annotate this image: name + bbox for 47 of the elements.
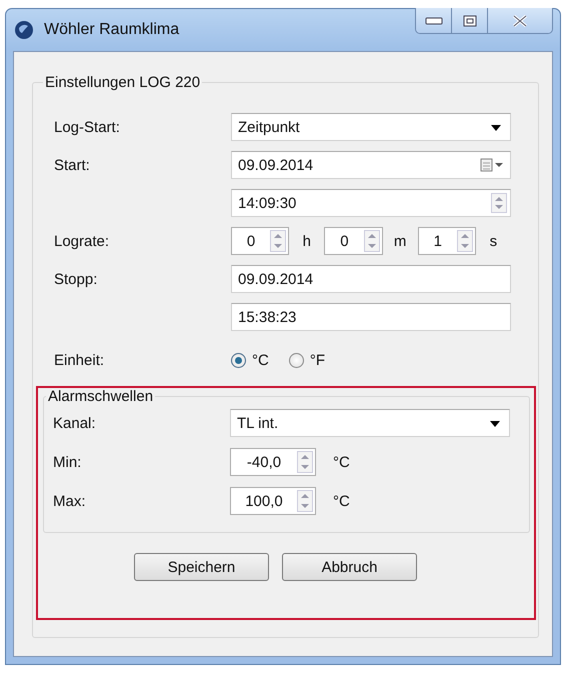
spinner-icon (297, 490, 313, 512)
field-label: Einheit: (54, 352, 106, 368)
dialog-button[interactable]: Abbruch (282, 553, 417, 581)
window-title: Wöhler Raumklima (44, 21, 180, 39)
minimize-button[interactable] (416, 8, 452, 33)
maximize-icon (462, 14, 476, 26)
number-field[interactable]: -40,0 (230, 448, 316, 476)
unit-label: °C (333, 492, 350, 510)
time-field[interactable]: 14:09:30 (231, 189, 511, 217)
close-icon (511, 14, 529, 28)
caret-icon (491, 125, 501, 131)
unit-label: m (392, 232, 408, 250)
spinner-icon (364, 230, 380, 252)
date-field[interactable]: 09.09.2014 (231, 265, 511, 293)
field-label: Min: (53, 454, 82, 470)
radio-button[interactable] (288, 352, 304, 368)
field-label: Start: (54, 156, 91, 174)
number-field[interactable]: 100,0 (230, 487, 316, 515)
field-label: Log-Start: (54, 118, 121, 136)
radio-label[interactable]: °C (252, 352, 269, 368)
field-label: Stopp: (54, 270, 98, 288)
spinner-icon (297, 451, 313, 473)
number-field[interactable]: 0 (231, 227, 290, 255)
group-title: Einstellungen LOG 220 (44, 74, 202, 91)
calendar-icon (480, 158, 504, 172)
group-title: Alarmschwellen (47, 388, 154, 405)
radio-label[interactable]: °F (310, 352, 326, 368)
unit-label: s (488, 232, 498, 250)
spinner-icon (456, 230, 473, 252)
unit-label: °C (333, 454, 350, 470)
dropdown[interactable]: Zeitpunkt (231, 113, 511, 141)
time-field[interactable]: 15:38:23 (231, 303, 511, 331)
spinner-icon (270, 230, 286, 252)
caret-icon (490, 421, 500, 427)
number-field[interactable]: 1 (418, 227, 476, 255)
field-label: Lograte: (54, 232, 110, 250)
date-field[interactable]: 09.09.2014 (231, 151, 511, 179)
minimize-icon (424, 16, 442, 24)
radio-button[interactable] (231, 352, 246, 368)
unit-label: h (302, 232, 312, 250)
field-label: Kanal: (53, 414, 97, 432)
dialog-button[interactable]: Speichern (134, 553, 269, 581)
number-field[interactable]: 0 (324, 227, 382, 255)
field-label: Max: (53, 492, 87, 510)
spinner-icon (491, 193, 507, 213)
dropdown[interactable]: TL int. (230, 409, 510, 437)
maximize-button[interactable] (452, 8, 488, 33)
